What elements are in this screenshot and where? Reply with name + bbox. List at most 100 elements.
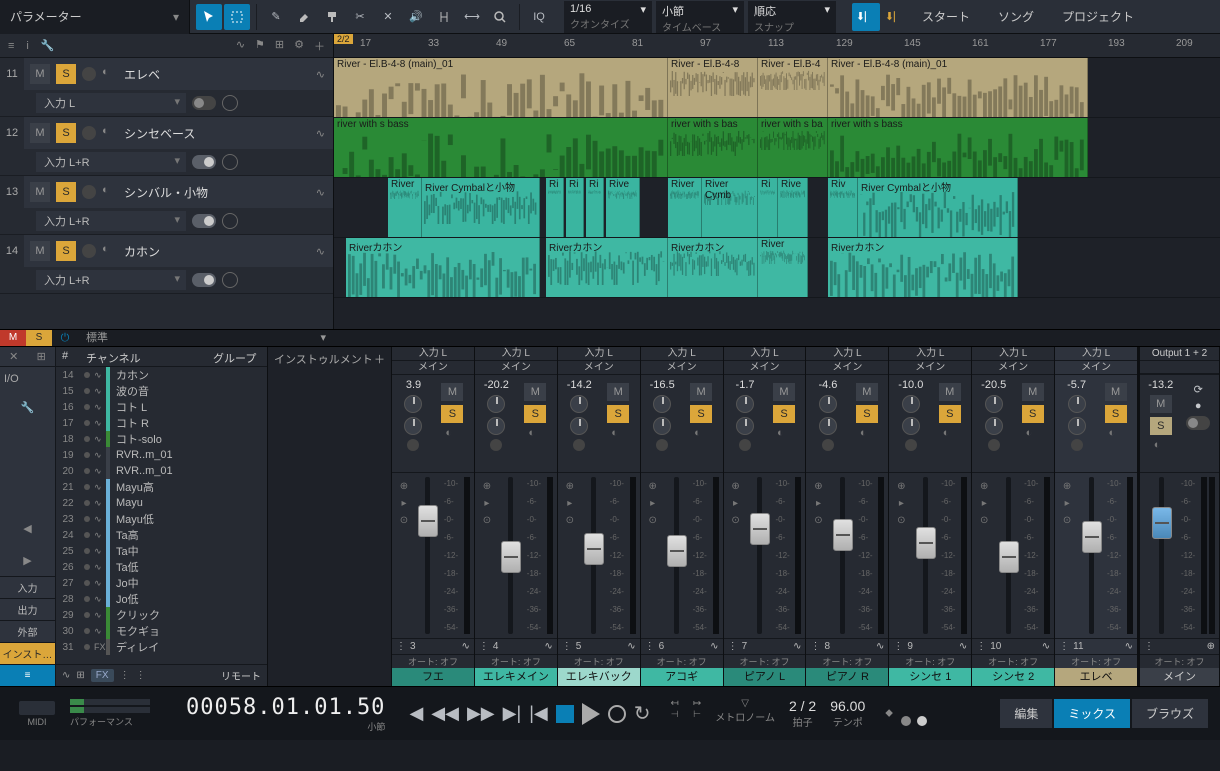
audio-clip[interactable]: River Cymb: [702, 178, 758, 237]
expand-icon[interactable]: ⊕: [731, 481, 739, 492]
channel-list-item[interactable]: 19 ∿ RVR..m_01: [56, 447, 267, 463]
channel-list-item[interactable]: 29 ∿ クリック: [56, 607, 267, 623]
mute-button[interactable]: M: [690, 383, 712, 401]
metronome-button[interactable]: ▽メトロノーム: [715, 698, 775, 729]
record-arm[interactable]: [656, 439, 668, 451]
automation-mode[interactable]: オート: オフ: [724, 654, 806, 668]
mute-button[interactable]: M: [773, 383, 795, 401]
pan-knob[interactable]: [736, 417, 754, 435]
fader[interactable]: [663, 477, 691, 634]
timecode-display[interactable]: 00058.01.01.50: [186, 695, 385, 720]
write-icon[interactable]: ⊙: [897, 515, 905, 526]
mono-icon[interactable]: ●: [1195, 400, 1202, 412]
arrow-tool[interactable]: [196, 4, 222, 30]
audio-clip[interactable]: River - El.B-4-8 (main)_01: [334, 58, 668, 117]
side-button[interactable]: 外部: [0, 620, 55, 642]
pan-knob[interactable]: [985, 417, 1003, 435]
pencil-tool[interactable]: ✎: [263, 4, 289, 30]
strip-name[interactable]: アコギ: [641, 668, 723, 686]
monitor-icon[interactable]: ◐: [943, 427, 957, 441]
side-button[interactable]: インスト…: [0, 642, 55, 664]
expand-icon[interactable]: ⊕: [1063, 481, 1071, 492]
strip-io[interactable]: 入力 Lメイン: [1055, 347, 1137, 375]
strip-name[interactable]: フエ: [392, 668, 474, 686]
wave-icon[interactable]: ∿: [627, 641, 635, 652]
wave-icon[interactable]: ∿: [1042, 641, 1050, 652]
channel-list-item[interactable]: 14 ∿ カホン: [56, 367, 267, 383]
automation-mode[interactable]: オート: オフ: [475, 654, 557, 668]
record-arm[interactable]: [822, 439, 834, 451]
wave-icon[interactable]: ∿: [710, 641, 718, 652]
tempo-display[interactable]: 96.00テンポ: [830, 698, 865, 729]
strip-name[interactable]: ピアノ L: [724, 668, 806, 686]
next-marker-button[interactable]: ▶|: [503, 703, 522, 724]
monitor-icon[interactable]: ◐: [102, 243, 118, 259]
automation-icon[interactable]: ▸: [733, 498, 738, 509]
record-arm[interactable]: [905, 439, 917, 451]
wave-view-icon[interactable]: ∿: [62, 670, 70, 681]
audio-clip[interactable]: Ri: [758, 178, 778, 237]
audio-clip[interactable]: River - El.B-4-8: [668, 58, 758, 117]
monitor-icon[interactable]: ◐: [102, 184, 118, 200]
phase-icon[interactable]: [222, 154, 238, 170]
wrench-icon[interactable]: 🔧: [41, 39, 55, 52]
mute-tool[interactable]: ✕: [375, 4, 401, 30]
side-button[interactable]: 入力: [0, 576, 55, 598]
return-button[interactable]: ⬇⎸: [882, 4, 908, 30]
track-row[interactable]: 13 M S ◐ シンバル・小物 ∿ 入力 L+R: [0, 176, 333, 235]
timebase-select[interactable]: 小節▾ タイムベース: [656, 1, 744, 33]
monitor-icon[interactable]: ◐: [611, 427, 625, 441]
expand-icon[interactable]: ⊕: [400, 481, 408, 492]
loop-button[interactable]: ↻: [634, 701, 651, 726]
automation-mode[interactable]: オート: オフ: [1055, 654, 1137, 668]
speaker-tool[interactable]: 🔊: [403, 4, 429, 30]
prev-marker-button[interactable]: ◀: [409, 703, 423, 724]
record-arm[interactable]: [739, 439, 751, 451]
record-arm[interactable]: [82, 67, 96, 81]
monitor-icon[interactable]: ◐: [777, 427, 791, 441]
write-icon[interactable]: ⊙: [483, 515, 491, 526]
expand-icon[interactable]: ⊕: [648, 481, 656, 492]
wave-icon[interactable]: ∿: [959, 641, 967, 652]
paint-tool[interactable]: [319, 4, 345, 30]
autopunch-icon[interactable]: ↦⊢: [693, 698, 701, 729]
solo-button[interactable]: S: [1150, 417, 1172, 435]
record-arm[interactable]: [407, 439, 419, 451]
mute-button[interactable]: M: [1022, 383, 1044, 401]
audio-clip[interactable]: Ri: [546, 178, 564, 237]
wave-icon[interactable]: ∿: [316, 245, 325, 258]
quantize-select[interactable]: 1/16▾ クオンタイズ: [564, 1, 652, 33]
mute-button[interactable]: M: [30, 123, 50, 143]
add-track-icon[interactable]: ＋: [314, 38, 325, 54]
solo-button[interactable]: S: [524, 405, 546, 423]
automation-icon[interactable]: ▸: [650, 498, 655, 509]
strip-io[interactable]: 入力 Lメイン: [724, 347, 806, 375]
record-arm[interactable]: [1071, 439, 1083, 451]
mute-button[interactable]: M: [856, 383, 878, 401]
channel-list-item[interactable]: 27 ∿ Jo中: [56, 575, 267, 591]
mute-button[interactable]: M: [441, 383, 463, 401]
automation-icon[interactable]: ∿: [236, 38, 245, 54]
zoom-tool[interactable]: [487, 4, 513, 30]
input-select[interactable]: 入力 L+R: [36, 211, 186, 231]
record-arm[interactable]: [82, 185, 96, 199]
strip-name[interactable]: エレベ: [1055, 668, 1137, 686]
mute-button[interactable]: M: [1105, 383, 1127, 401]
tracklist-menu-icon[interactable]: ≡: [8, 40, 14, 52]
monitor-icon[interactable]: ◐: [1026, 427, 1040, 441]
record-arm[interactable]: [490, 439, 502, 451]
solo-button[interactable]: S: [856, 405, 878, 423]
mute-button[interactable]: M: [30, 241, 50, 261]
menu-start[interactable]: スタート: [908, 0, 984, 34]
arrange-view[interactable]: 2/2 173349658197113129145161177193209 Ri…: [334, 34, 1220, 329]
input-toggle[interactable]: [192, 96, 216, 110]
wave-icon[interactable]: ∿: [316, 186, 325, 199]
write-icon[interactable]: ⊙: [980, 515, 988, 526]
input-toggle[interactable]: [192, 273, 216, 287]
gain-knob[interactable]: [736, 395, 754, 413]
pan-knob[interactable]: [819, 417, 837, 435]
wrench-icon[interactable]: 🔧: [16, 395, 40, 419]
fader[interactable]: [828, 477, 856, 634]
phase-icon[interactable]: [222, 213, 238, 229]
monitor-icon[interactable]: ◐: [445, 427, 459, 441]
